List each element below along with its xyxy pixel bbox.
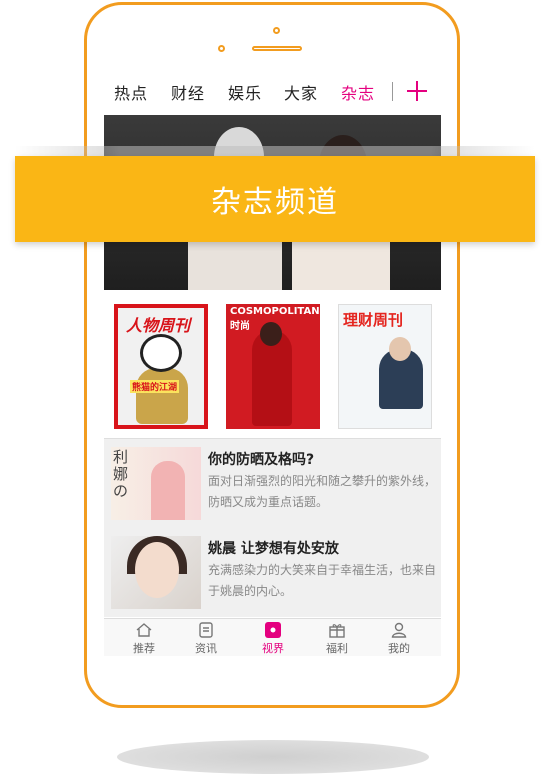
article-thumbnail: 利娜の [111, 447, 201, 520]
article-description: 充满感染力的大笑来自于幸福生活，也来自于姚晨的内心。 [208, 563, 437, 598]
article-description: 面对日渐强烈的阳光和随之攀升的紫外线，防晒又成为重点话题。 [208, 474, 437, 509]
tab-magazine[interactable]: 杂志 [341, 80, 375, 104]
tab-dajia[interactable]: 大家 [284, 80, 318, 104]
magazine-title: 人物周刊 [126, 316, 191, 335]
magazine-tag: 熊猫的江湖 [130, 380, 180, 393]
list-item[interactable]: 利娜の 你的防晒及格吗? 面对日渐强烈的阳光和随之攀升的紫外线，防晒又成为重点话… [104, 438, 441, 528]
magazine-cover-renwu[interactable]: 人物周刊 熊猫的江湖 [114, 304, 208, 429]
vision-icon [265, 622, 281, 638]
sensor-icon [218, 45, 225, 52]
news-icon [199, 622, 213, 638]
tab-finance[interactable]: 财经 [171, 80, 205, 104]
thumbnail-figure [151, 461, 185, 520]
nav-item-mine[interactable]: 我的 [374, 621, 424, 656]
gift-icon [329, 624, 345, 638]
magazine-cover-cosmopolitan[interactable]: COSMOPOLITAN 时尚 [226, 304, 320, 429]
article-thumbnail [111, 536, 201, 609]
thumbnail-brand: 利娜の [113, 448, 129, 500]
user-icon [391, 622, 407, 638]
nav-label: 福利 [326, 642, 348, 655]
channel-tabs: 热点 财经 娱乐 大家 杂志 [104, 70, 441, 114]
magazine-cover-licai[interactable]: 理财周刊 [338, 304, 432, 429]
panda-head [140, 334, 182, 372]
thumbnail-face [135, 542, 179, 598]
channel-title-banner: 杂志频道 [15, 156, 535, 242]
nav-label: 资讯 [195, 642, 217, 655]
tab-entertainment[interactable]: 娱乐 [228, 80, 262, 104]
nav-item-vision[interactable]: 视界 [248, 621, 298, 656]
nav-label: 推荐 [133, 642, 155, 655]
magazine-title: 理财周刊 [343, 311, 404, 329]
list-item[interactable]: 姚晨 让梦想有处安放 充满感染力的大笑来自于幸福生活，也来自于姚晨的内心。 [104, 528, 441, 617]
article-title: 你的防晒及格吗? [208, 452, 315, 468]
speaker-icon [252, 46, 302, 51]
tab-hot[interactable]: 热点 [114, 80, 148, 104]
add-channel-icon[interactable] [406, 80, 428, 102]
banner-text: 杂志频道 [211, 185, 339, 220]
nav-item-news[interactable]: 资讯 [181, 621, 231, 656]
tab-divider [392, 82, 393, 101]
magazine-row: 人物周刊 熊猫的江湖 COSMOPOLITAN 时尚 理财周刊 [104, 290, 441, 438]
phone-ground-shadow [117, 740, 429, 774]
nav-item-recommend[interactable]: 推荐 [119, 621, 169, 656]
article-title: 姚晨 让梦想有处安放 [208, 541, 339, 557]
nav-item-welfare[interactable]: 福利 [312, 621, 362, 656]
panda-body [136, 368, 188, 424]
home-icon [136, 623, 152, 637]
nav-label: 视界 [262, 642, 284, 655]
nav-label: 我的 [388, 642, 410, 655]
cover-model-head [260, 322, 282, 346]
bottom-nav: 推荐 资讯 视界 福利 我的 [104, 618, 441, 656]
cover-man-head [389, 337, 411, 361]
camera-icon [273, 27, 280, 34]
